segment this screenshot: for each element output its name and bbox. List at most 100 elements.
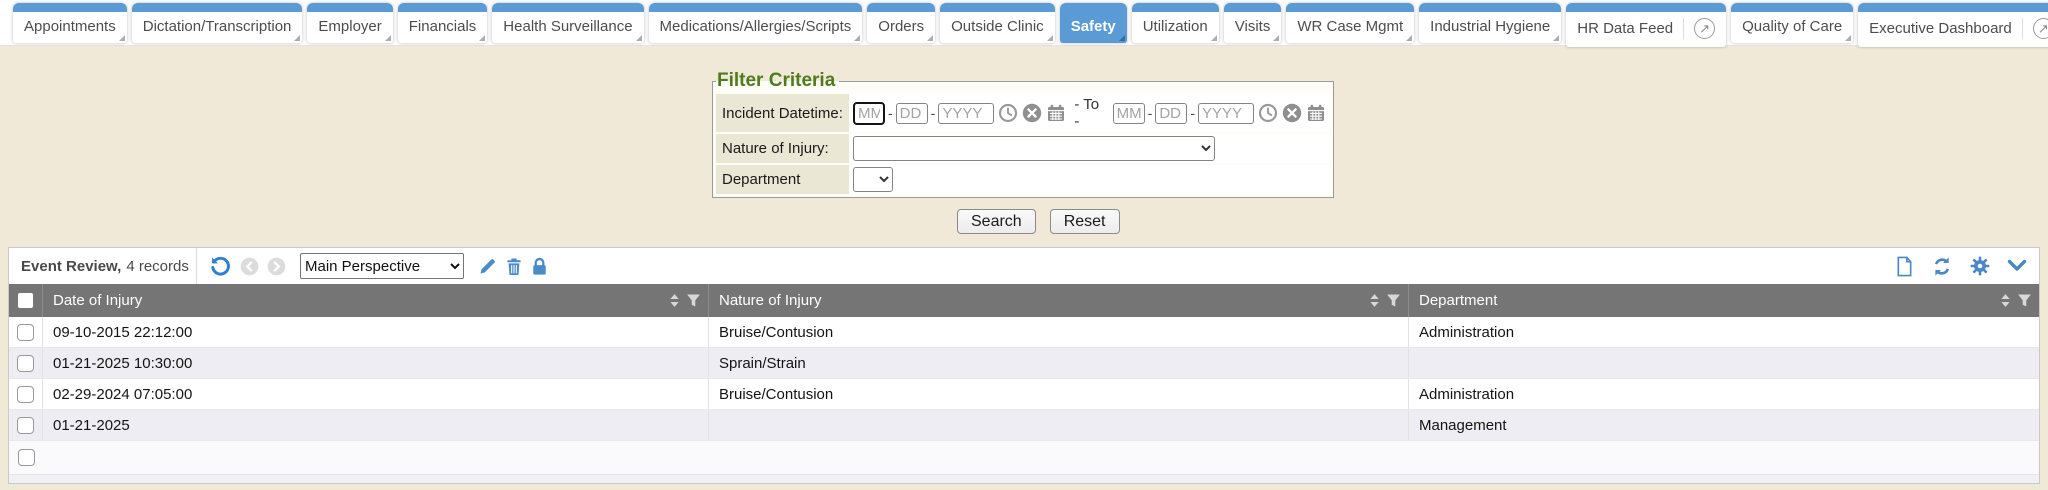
from-month-input[interactable]	[853, 102, 885, 125]
tab-hr-data-feed[interactable]: HR Data Feed↗	[1566, 3, 1726, 47]
tab-label: Dictation/Transcription	[143, 18, 292, 35]
from-year-input[interactable]	[938, 103, 994, 124]
row-checkbox-cell	[9, 441, 43, 474]
reset-button[interactable]: Reset	[1050, 209, 1120, 234]
header-department[interactable]: Department	[1409, 284, 2039, 317]
tab-appointments[interactable]: Appointments	[13, 3, 127, 43]
tab-label: Employer	[318, 18, 381, 35]
pencil-icon[interactable]	[478, 257, 497, 276]
chevron-down-icon[interactable]	[2007, 259, 2027, 273]
department-select[interactable]	[853, 167, 893, 192]
tab-outside-clinic[interactable]: Outside Clinic	[940, 3, 1055, 43]
cell-department: Administration	[1409, 379, 2039, 409]
nature-of-injury-select[interactable]	[853, 136, 1215, 161]
grid-title-text: Event Review,	[21, 258, 121, 275]
to-time-clock-icon[interactable]	[1258, 103, 1278, 123]
tab-utilization[interactable]: Utilization	[1132, 3, 1219, 43]
tab-medications-allergies-scripts[interactable]: Medications/Allergies/Scripts	[649, 3, 863, 43]
external-link-icon[interactable]: ↗	[1694, 18, 1715, 39]
cell-date-of-injury: 09-10-2015 22:12:00	[43, 317, 709, 347]
tab-visits[interactable]: Visits	[1224, 3, 1282, 43]
sort-icon[interactable]	[1369, 293, 1380, 308]
select-all-checkbox[interactable]	[18, 293, 33, 308]
to-month-input[interactable]	[1113, 103, 1145, 124]
trash-icon[interactable]	[505, 257, 523, 276]
table-row[interactable]: 01-21-2025 10:30:00 Sprain/Strain	[9, 348, 2039, 379]
table-row[interactable]: 02-29-2024 07:05:00 Bruise/Contusion Adm…	[9, 379, 2039, 410]
tab-label: Appointments	[24, 18, 116, 35]
perspective-select[interactable]: Main Perspective	[300, 253, 464, 279]
cell-nature-of-injury	[709, 441, 1409, 474]
tab-health-surveillance[interactable]: Health Surveillance	[492, 3, 643, 43]
tab-orders[interactable]: Orders	[867, 3, 935, 43]
grid-record-count: 4 records	[126, 258, 189, 275]
cell-department: Management	[1409, 410, 2039, 440]
row-checkbox[interactable]	[17, 417, 34, 434]
cell-nature-of-injury: Bruise/Contusion	[709, 379, 1409, 409]
row-checkbox[interactable]	[17, 324, 34, 341]
dropdown-corner-icon	[636, 35, 642, 41]
nature-of-injury-row: Nature of Injury:	[716, 134, 1330, 163]
to-year-input[interactable]	[1198, 103, 1254, 124]
module-tab-bar: Appointments Dictation/Transcription Emp…	[0, 0, 2048, 46]
tab-safety[interactable]: Safety	[1060, 3, 1127, 43]
date-hyphen: -	[888, 105, 893, 121]
to-day-input[interactable]	[1155, 103, 1187, 124]
select-all-cell	[9, 284, 43, 317]
tab-financials[interactable]: Financials	[398, 3, 488, 43]
funnel-icon[interactable]	[2017, 293, 2032, 308]
filter-criteria-legend: Filter Criteria	[716, 70, 839, 92]
gear-icon[interactable]	[1970, 256, 1990, 276]
row-checkbox[interactable]	[18, 449, 35, 466]
cell-nature-of-injury	[709, 410, 1409, 440]
cell-date-of-injury: 02-29-2024 07:05:00	[43, 379, 709, 409]
search-button[interactable]: Search	[957, 209, 1036, 234]
cell-nature-of-injury: Bruise/Contusion	[709, 317, 1409, 347]
sort-icon[interactable]	[2000, 293, 2011, 308]
tab-employer[interactable]: Employer	[307, 3, 392, 43]
dropdown-corner-icon	[1047, 35, 1053, 41]
incident-datetime-inputs: - - - To - - -	[849, 94, 1330, 132]
tab-label: Safety	[1071, 18, 1116, 35]
cell-department: Administration	[1409, 317, 2039, 347]
grid-toolbar: Event Review, 4 records Main Perspective	[9, 248, 2039, 284]
from-clear-x-circle-icon[interactable]	[1022, 103, 1042, 123]
to-calendar-icon[interactable]	[1306, 103, 1326, 123]
new-record-row[interactable]	[9, 441, 2039, 474]
table-row[interactable]: 09-10-2015 22:12:00 Bruise/Contusion Adm…	[9, 317, 2039, 348]
to-clear-x-circle-icon[interactable]	[1282, 103, 1302, 123]
header-date-of-injury[interactable]: Date of Injury	[43, 284, 709, 317]
date-hyphen: -	[1190, 105, 1195, 121]
table-row[interactable]: 01-21-2025 Management	[9, 410, 2039, 441]
to-separator: - To -	[1074, 96, 1104, 130]
grid-footer	[9, 474, 2039, 483]
from-calendar-icon[interactable]	[1046, 103, 1066, 123]
row-checkbox-cell	[9, 317, 43, 347]
dropdown-corner-icon	[854, 35, 860, 41]
tab-quality-of-care[interactable]: Quality of Care	[1731, 3, 1853, 43]
funnel-icon[interactable]	[686, 293, 701, 308]
lock-icon[interactable]	[531, 257, 548, 276]
undo-icon[interactable]	[209, 255, 232, 278]
from-day-input[interactable]	[896, 103, 928, 124]
funnel-icon[interactable]	[1386, 293, 1401, 308]
chevron-left-circle-icon	[240, 257, 259, 276]
department-row: Department	[716, 165, 1330, 194]
incident-datetime-label: Incident Datetime:	[716, 94, 849, 132]
tab-executive-dashboard[interactable]: Executive Dashboard↗	[1858, 3, 2048, 47]
external-link-wrap: ↗	[1683, 18, 1715, 39]
tab-industrial-hygiene[interactable]: Industrial Hygiene	[1419, 3, 1561, 43]
new-document-icon[interactable]	[1895, 256, 1914, 277]
external-link-icon[interactable]: ↗	[2033, 18, 2048, 39]
cell-nature-of-injury: Sprain/Strain	[709, 348, 1409, 378]
dropdown-corner-icon	[1119, 35, 1125, 41]
row-checkbox[interactable]	[17, 386, 34, 403]
from-time-clock-icon[interactable]	[998, 103, 1018, 123]
tab-dictation-transcription[interactable]: Dictation/Transcription	[132, 3, 303, 43]
header-nature-of-injury[interactable]: Nature of Injury	[709, 284, 1409, 317]
refresh-icon[interactable]	[1931, 256, 1953, 277]
tab-wr-case-mgmt[interactable]: WR Case Mgmt	[1286, 3, 1414, 43]
row-checkbox[interactable]	[17, 355, 34, 372]
sort-icon[interactable]	[669, 293, 680, 308]
cell-department	[1409, 441, 2039, 474]
